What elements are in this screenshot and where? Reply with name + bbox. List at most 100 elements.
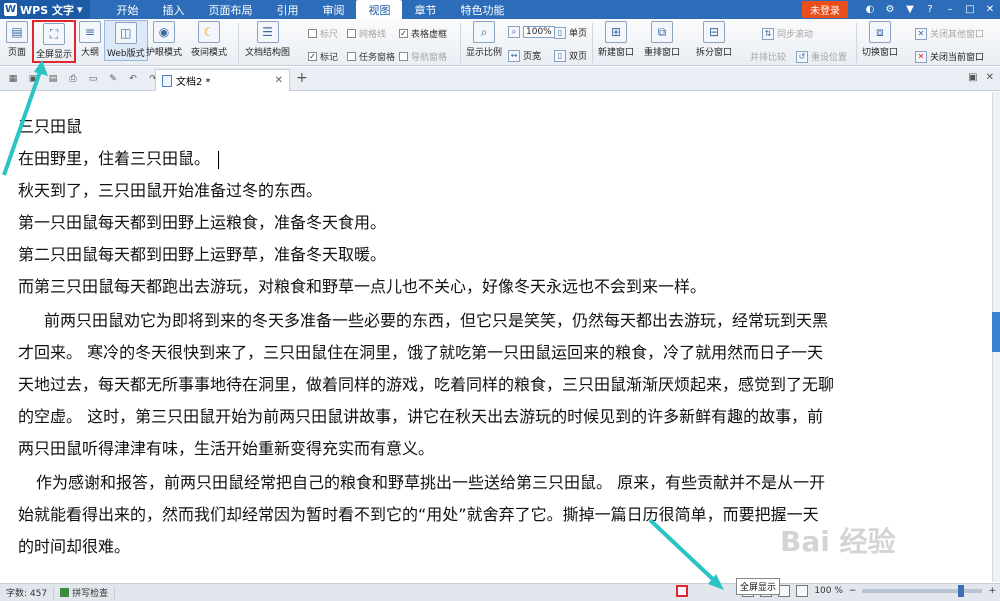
ruler-checkbox[interactable]: 标尺 [308,27,338,40]
taskpane-checkbox[interactable]: 任务窗格 [347,50,395,63]
eye-mode-button[interactable]: ◉ 护眼模式 [146,21,182,58]
zoom-ratio-button[interactable]: ⌕ 显示比例 [466,21,502,58]
arrange-window-button[interactable]: ⧉ 重排窗口 [644,21,680,58]
web-layout-icon: ◫ [114,22,137,44]
zoom-slider-knob[interactable] [958,585,965,597]
outline-button[interactable]: ≡ 大纲 [79,21,101,58]
spell-check-label: 拼写检查 [72,589,109,599]
baidu-watermark: Bai 经验 [780,525,896,558]
close-tab-icon[interactable]: ✕ [275,75,283,86]
menu-reference[interactable]: 引用 [264,0,310,19]
outline-view-status-icon[interactable] [778,585,791,597]
zoom-out-icon[interactable]: − [849,586,857,596]
new-window-icon: ⊞ [605,21,627,43]
close-current-icon: ✕ [915,50,927,63]
page-view-button[interactable]: ▤ 页面 [6,21,28,58]
document-area[interactable]: 三只田鼠 在田野里，住着三只田鼠。 秋天到了，三只田鼠开始准备过冬的东西。 第一… [0,92,992,582]
moon-icon: ☾ [198,21,220,43]
switch-window-button[interactable]: ⧈ 切换窗口 [862,21,898,58]
night-mode-button[interactable]: ☾ 夜间模式 [191,21,227,58]
new-window-button[interactable]: ⊞ 新建窗口 [598,21,634,58]
tab-document2[interactable]: 文档2 * ✕ [155,69,290,91]
page-icon: ▤ [6,21,28,43]
menu-review[interactable]: 审阅 [310,0,356,19]
mark-checkbox[interactable]: ✓ 标记 [308,50,338,63]
web-layout-button[interactable]: ◫ Web版式 [104,20,148,61]
zoom-in-icon[interactable]: + [988,586,996,596]
print-icon[interactable]: ⎙ [66,72,80,86]
page-width-button[interactable]: ↔ 页宽 [508,49,541,62]
skin-icon[interactable]: ◐ [864,4,876,16]
close-other-icon: ✕ [915,27,927,40]
zoom-slider[interactable] [862,585,983,597]
zoom-100-button[interactable]: ⌕ 100% [508,26,555,38]
settings-icon[interactable]: ⚙ [884,4,896,16]
scrollbar-thumb[interactable] [992,312,1000,352]
chevron-down-icon: ▾ [76,3,83,16]
add-tab-icon[interactable]: + [296,70,308,86]
restore-icon[interactable]: ▣ [968,72,977,83]
sync-scroll-button[interactable]: ⇅ 同步滚动 [762,27,813,40]
doc-line-text: 在田野里，住着三只田鼠。 [18,149,211,168]
output-pdf-icon[interactable]: ▤ [46,72,60,86]
arrange-window-label: 重排窗口 [644,48,681,58]
menu-chapter[interactable]: 章节 [402,0,448,19]
doc-tab-label: 文档2 * [176,77,211,88]
fullscreen-status-icon[interactable] [676,585,689,597]
magnifier-icon: ⌕ [473,21,495,43]
doc-map-label: 文档结构图 [245,48,291,58]
close-current-label: 关闭当前窗口 [930,53,985,63]
ribbon-separator [238,23,239,63]
main-menu: 开始 插入 页面布局 引用 审阅 视图 章节 特色功能 [104,0,516,19]
ribbon-separator [460,23,461,63]
side-by-side-button[interactable]: 并排比较 [750,50,786,63]
split-window-button[interactable]: ⊟ 拆分窗口 [696,21,732,58]
fullscreen-button[interactable]: ⛶ 全屏显示 [32,20,77,63]
login-badge[interactable]: 未登录 [802,1,848,18]
doc-map-icon: ☰ [256,21,279,43]
new-window-label: 新建窗口 [598,48,635,58]
two-pages-button[interactable]: ▯ 双页 [554,49,587,62]
zoom-100-label: 100% [523,26,555,38]
sync-scroll-icon: ⇅ [762,27,774,40]
checkbox-box [308,29,317,38]
doc-map-button[interactable]: ☰ 文档结构图 [245,21,290,58]
outline-icon: ≡ [79,21,101,43]
shirt-icon[interactable]: ▼ [904,4,916,16]
taskpane-label: 任务窗格 [359,53,396,63]
undo-icon[interactable]: ↶ [126,72,140,86]
open-folder-icon[interactable]: ▦ [6,72,20,86]
save-icon[interactable]: ▣ [26,72,40,86]
minimize-icon[interactable]: – [944,4,956,16]
help-icon[interactable]: ? [924,4,936,16]
menu-insert[interactable]: 插入 [150,0,196,19]
switch-window-icon: ⧈ [869,21,891,43]
close-other-windows-button[interactable]: ✕ 关闭其他窗口 [915,27,984,40]
navpane-checkbox[interactable]: 导航窗格 [399,50,447,63]
spell-check-button[interactable]: 拼写检查 [54,585,116,600]
read-view-status-icon[interactable] [796,585,809,597]
close-current-window-button[interactable]: ✕ 关闭当前窗口 [915,50,984,63]
gridlines-checkbox[interactable]: 网格线 [347,27,386,40]
eye-icon: ◉ [153,21,175,43]
menu-home[interactable]: 开始 [104,0,150,19]
menu-features[interactable]: 特色功能 [448,0,516,19]
zoom-text[interactable]: 100 % [814,586,843,596]
side-by-side-label: 并排比较 [750,53,787,63]
zoom-ratio-label: 显示比例 [466,48,503,58]
menu-view[interactable]: 视图 [356,0,403,19]
maximize-icon[interactable]: □ [964,4,976,16]
print-preview-icon[interactable]: ▭ [86,72,100,86]
single-page-button[interactable]: ▯ 单页 [554,26,587,39]
vertical-scrollbar[interactable] [992,92,1000,582]
table-grid-label: 表格虚框 [411,30,448,40]
format-painter-icon[interactable]: ✎ [106,72,120,86]
word-count[interactable]: 字数: 457 [0,585,55,600]
table-grid-checkbox[interactable]: ✓ 表格虚框 [399,27,447,40]
close-icon[interactable]: ✕ [984,4,996,16]
close-doc-icon[interactable]: ✕ [986,72,994,83]
app-menu-button[interactable]: W WPS 文字 ▾ [0,0,91,19]
menu-layout[interactable]: 页面布局 [196,0,264,19]
reset-position-button[interactable]: ↺ 重设位置 [796,50,847,63]
document-icon [162,74,172,87]
